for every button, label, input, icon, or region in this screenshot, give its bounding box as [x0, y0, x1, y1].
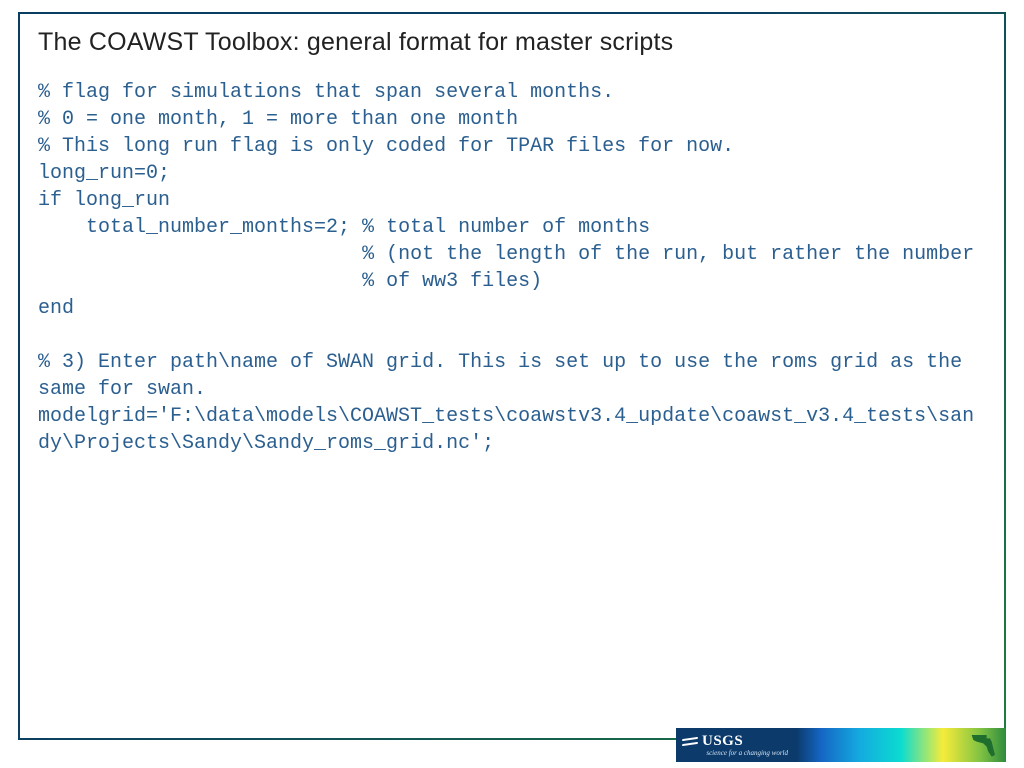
slide-frame: The COAWST Toolbox: general format for m…: [18, 12, 1006, 740]
code-line: total_number_months=2; % total number of…: [38, 216, 650, 239]
usgs-text: USGS: [702, 733, 743, 750]
color-ribbon: [796, 728, 1006, 762]
code-line: % of ww3 files): [38, 270, 542, 293]
usgs-logo-block: USGS science for a changing world: [676, 728, 796, 762]
code-line: % 0 = one month, 1 = more than one month: [38, 108, 518, 131]
code-line: end: [38, 297, 74, 320]
code-line: % This long run flag is only coded for T…: [38, 135, 734, 158]
code-line: long_run=0;: [38, 162, 170, 185]
wave-icon: [682, 735, 698, 749]
code-line: if long_run: [38, 189, 170, 212]
florida-icon: [968, 730, 1002, 760]
code-line: % (not the length of the run, but rather…: [38, 243, 974, 266]
code-line: % flag for simulations that span several…: [38, 81, 614, 104]
code-block: % flag for simulations that span several…: [38, 79, 986, 457]
code-line: modelgrid='F:\data\models\COAWST_tests\c…: [38, 405, 974, 455]
footer-bar: USGS science for a changing world: [676, 728, 1006, 762]
usgs-tagline: science for a changing world: [682, 749, 788, 757]
code-line: % 3) Enter path\name of SWAN grid. This …: [38, 351, 974, 401]
slide-title: The COAWST Toolbox: general format for m…: [38, 28, 986, 57]
usgs-logo-row: USGS: [682, 733, 788, 750]
